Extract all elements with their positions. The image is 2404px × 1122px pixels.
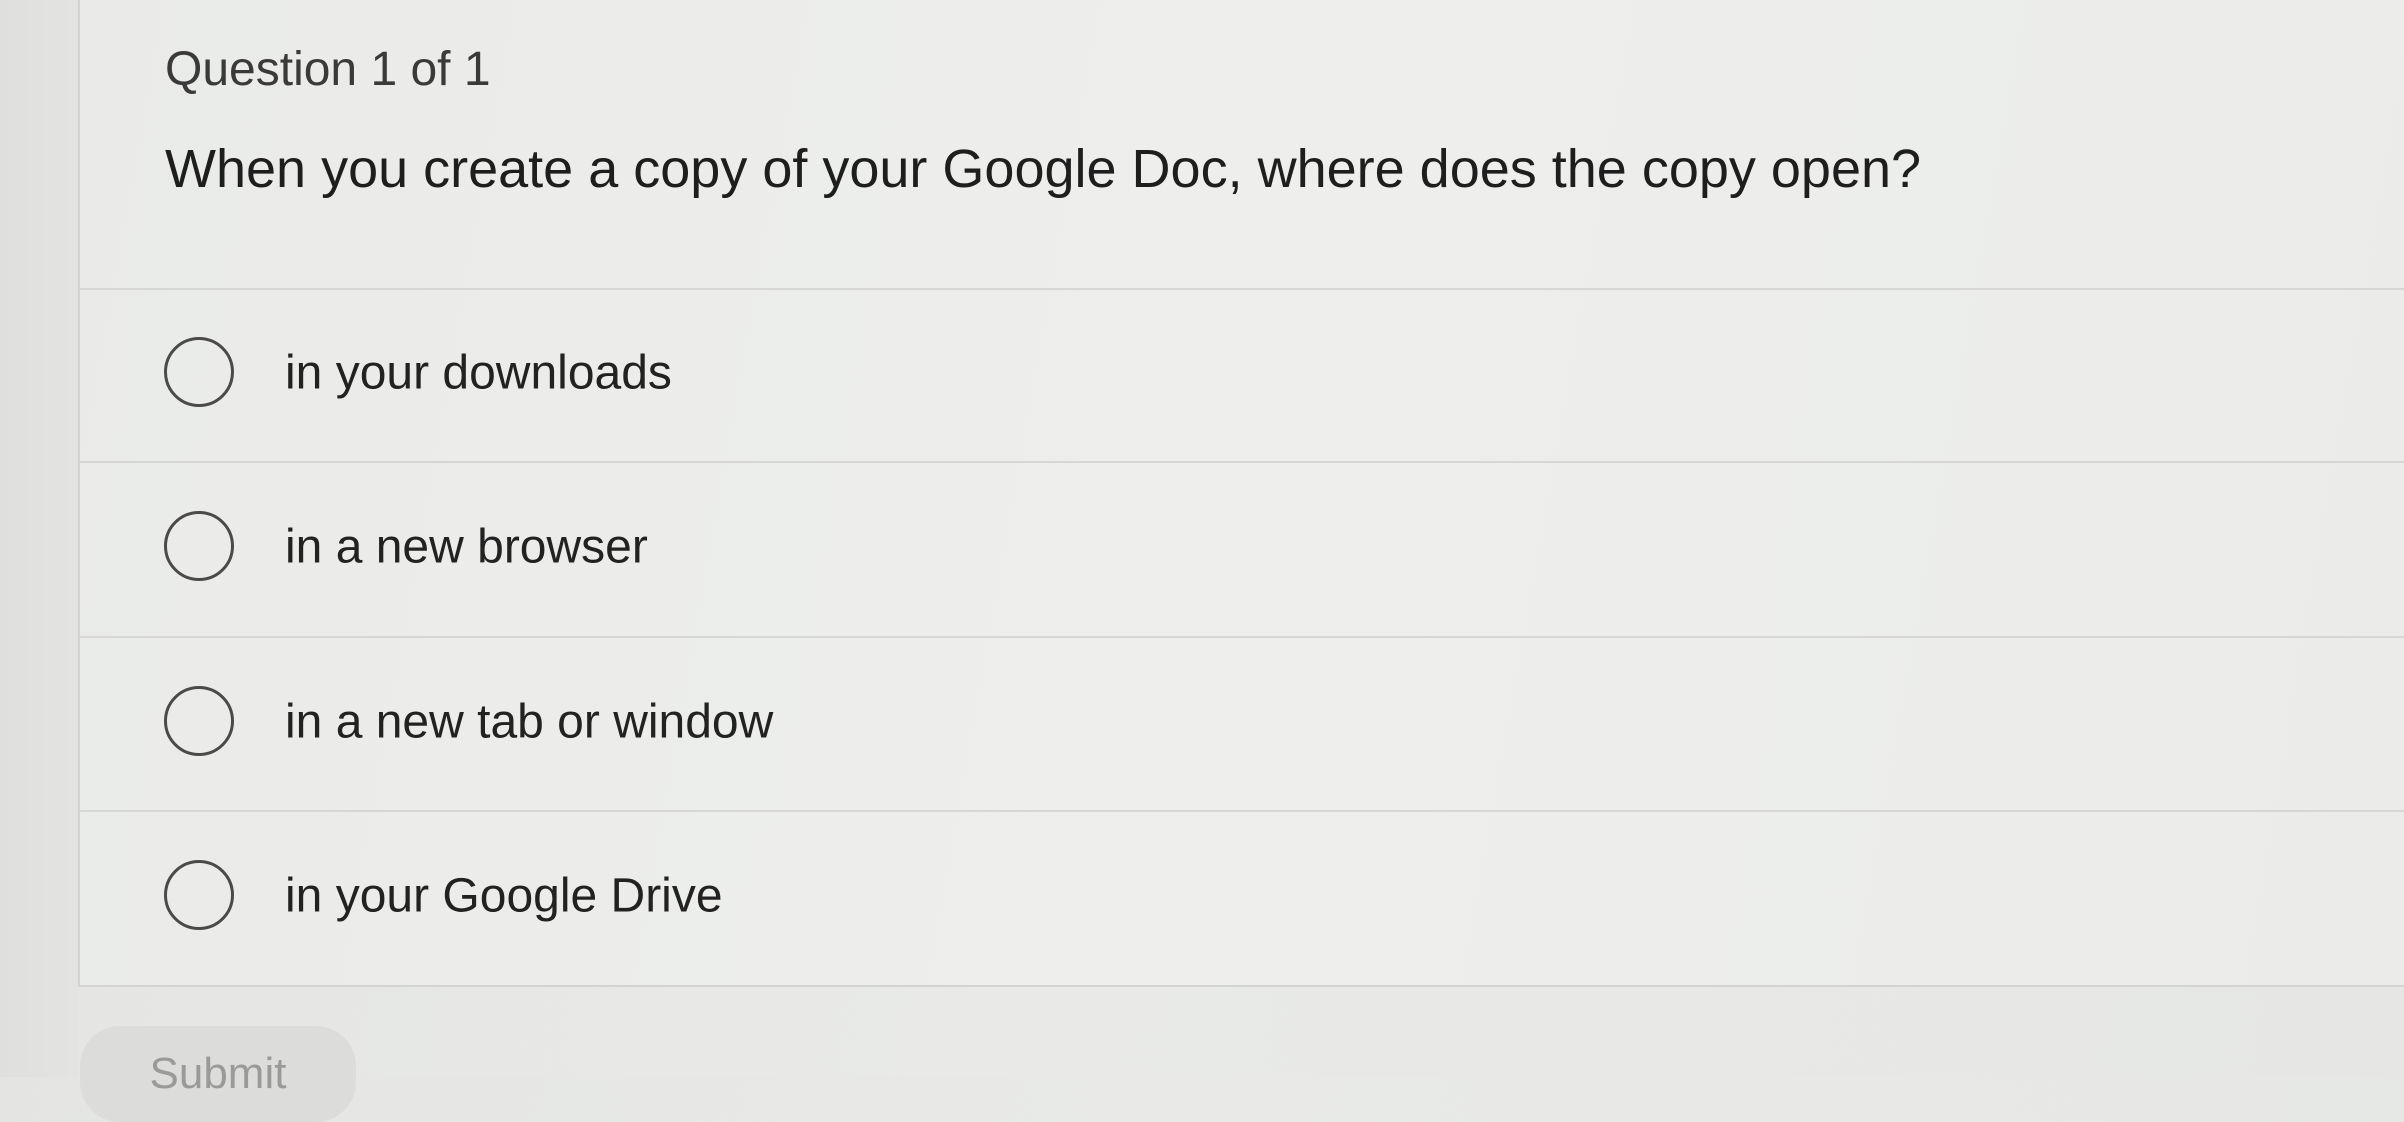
submit-button[interactable]: Submit [80,1026,356,1122]
answer-option[interactable]: in a new browser [80,463,2404,633]
radio-button[interactable] [164,337,234,407]
answer-option-label: in a new tab or window [285,695,774,749]
answer-option[interactable]: in a new tab or window [80,638,2404,808]
answer-option[interactable]: in your downloads [80,289,2404,459]
question-counter: Question 1 of 1 [165,43,491,96]
answer-option[interactable]: in your Google Drive [80,812,2404,982]
answer-option-label: in a new browser [285,520,648,574]
radio-button[interactable] [164,686,234,756]
answer-option-label: in your downloads [285,346,672,400]
radio-button[interactable] [164,860,234,930]
question-text: When you create a copy of your Google Do… [165,139,1922,199]
answer-option-label: in your Google Drive [285,869,723,923]
page-margin [0,0,78,1077]
radio-button[interactable] [164,511,234,581]
